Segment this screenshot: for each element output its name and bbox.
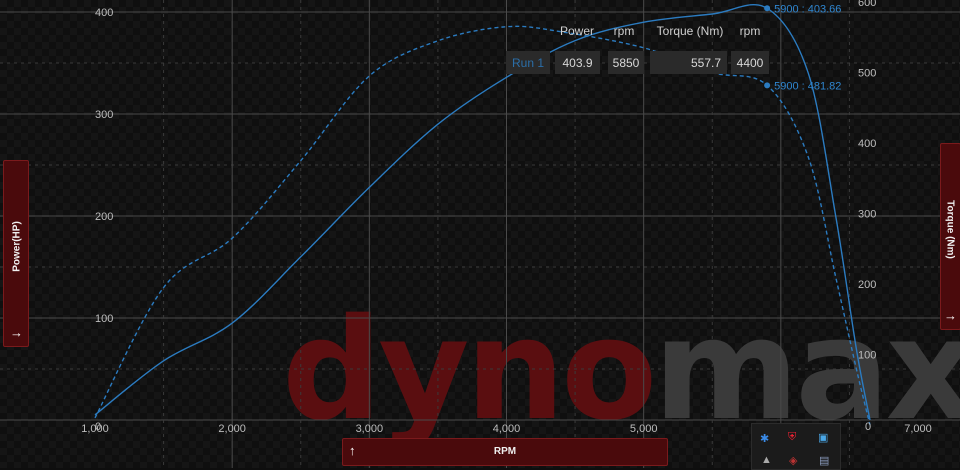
x-tick-label: 2,000	[218, 423, 246, 435]
chevron-up-icon[interactable]: ▲	[761, 454, 772, 466]
document-icon[interactable]: ▤	[819, 454, 829, 467]
system-tray: ✱ ⛨ ▣ ▲ ◈ ▤	[751, 423, 841, 470]
y-right-tick-label: 0	[865, 421, 871, 433]
shield-icon[interactable]: ⛨	[788, 431, 796, 444]
summary-value: 403.9	[562, 56, 592, 70]
y-left-tick-label: 100	[95, 313, 113, 325]
antivirus-icon[interactable]: ◈	[789, 454, 797, 467]
summary-value: 5850	[613, 56, 640, 70]
watermark: dynomax	[282, 289, 960, 452]
summary-value: 557.7	[691, 56, 721, 70]
x-tick-label: 5,000	[630, 423, 658, 435]
summary-value: 4400	[737, 56, 764, 70]
summary-header: rpm	[614, 24, 635, 38]
torque-axis-panel[interactable]: Torque (Nm) →	[940, 143, 960, 330]
summary-header: Power	[560, 24, 594, 38]
arrow-right-icon[interactable]: →	[10, 325, 23, 340]
x-tick-label: 1,000	[81, 423, 109, 435]
network-icon[interactable]: ▣	[818, 431, 828, 444]
rpm-axis-label: RPM	[493, 446, 517, 457]
bluetooth-icon[interactable]: ✱	[760, 432, 769, 445]
x-tick-label: 3,000	[356, 423, 384, 435]
y-right-tick-label: 300	[858, 209, 876, 221]
summary-run-label: Run 1	[512, 56, 544, 70]
marker-label: 5900 : 481.82	[774, 80, 841, 92]
y-right-tick-label: 500	[858, 68, 876, 80]
power-peak-marker	[764, 5, 771, 12]
arrow-right-icon[interactable]: →	[944, 308, 957, 323]
y-left-tick-label: 200	[95, 211, 113, 223]
watermark-text: dynomax	[282, 289, 960, 452]
y-left-tick-label: 300	[95, 109, 113, 121]
dyno-chart: dynomax 5900 : 403.66 5900 : 481.82 100 20…	[0, 0, 960, 468]
y-right-tick-label: 200	[858, 279, 876, 291]
y-right-tick-label: 100	[858, 350, 876, 362]
power-axis-panel[interactable]: Power(HP) →	[3, 160, 29, 347]
summary-header: Torque (Nm)	[657, 24, 724, 38]
summary-header: rpm	[740, 24, 761, 38]
rpm-axis-panel[interactable]: ↑ RPM	[342, 438, 668, 466]
y-right-tick-label: 400	[858, 138, 876, 150]
x-tick-label: 4,000	[493, 423, 521, 435]
torque-marker	[764, 82, 771, 89]
y-left-tick-label: 400	[95, 7, 113, 19]
torque-axis-label: Torque (Nm)	[944, 200, 956, 259]
x-tick-label: 7,000	[904, 423, 932, 435]
y-right-tick-label: 600	[858, 0, 876, 9]
power-axis-label: Power(HP)	[11, 221, 23, 272]
marker-label: 5900 : 403.66	[774, 3, 841, 15]
